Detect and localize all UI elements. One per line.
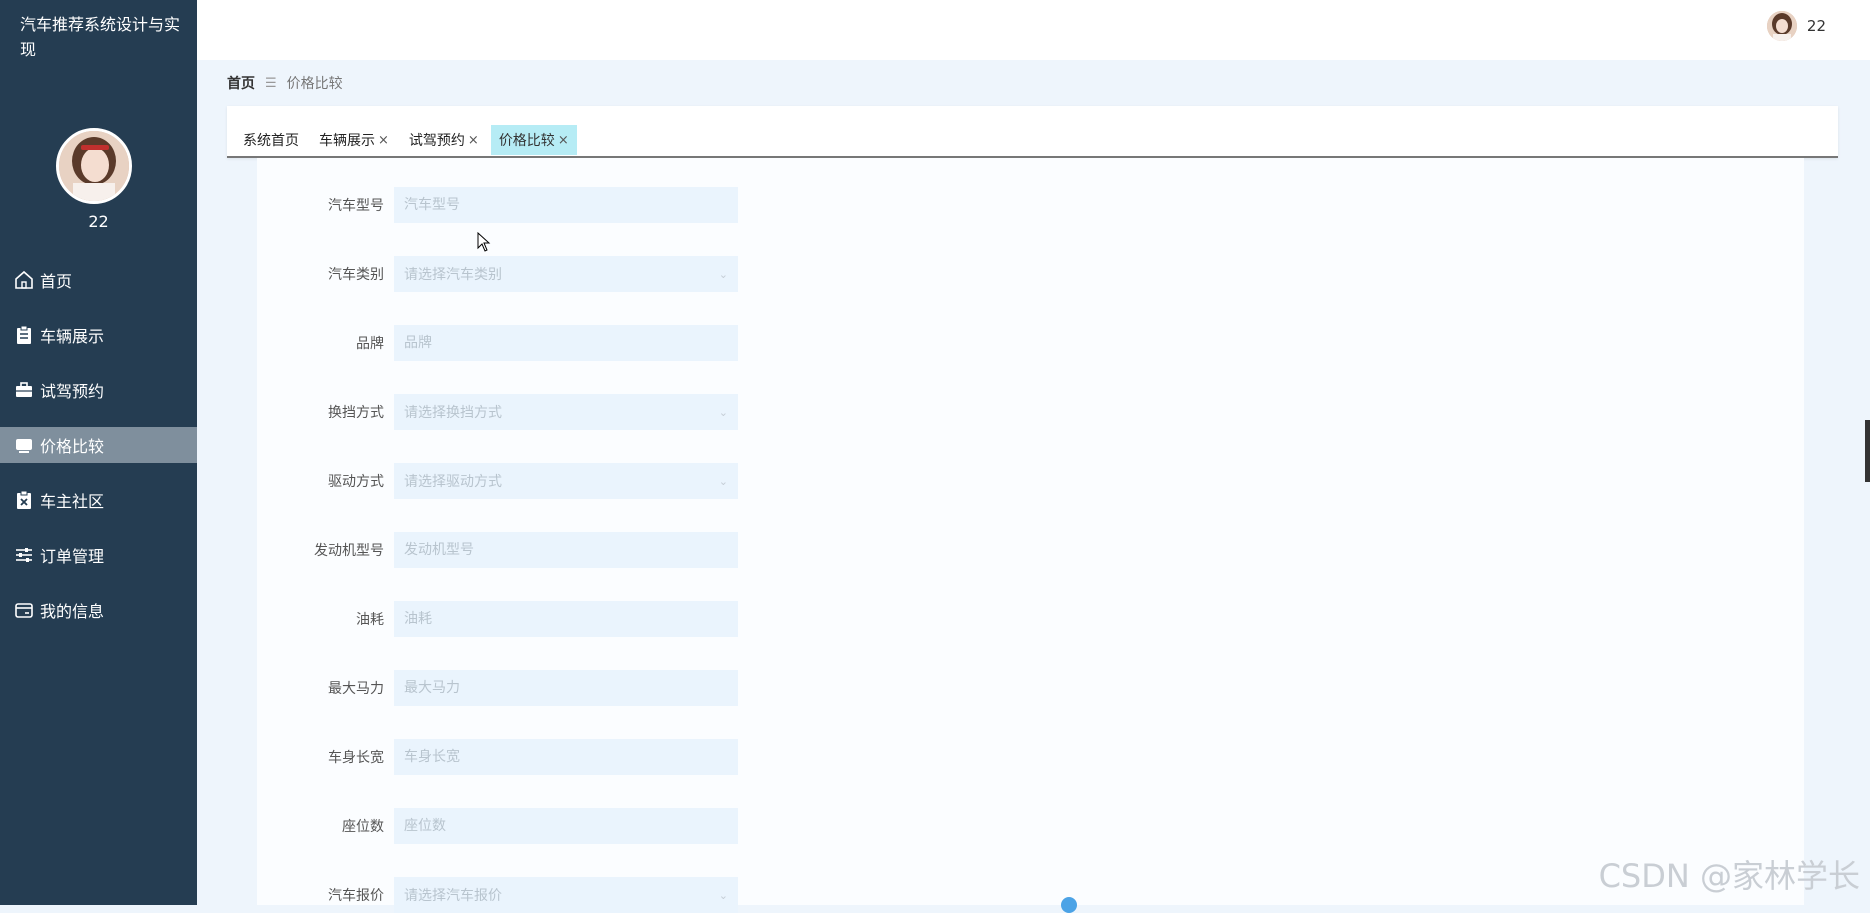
close-icon[interactable]: × xyxy=(468,133,479,148)
chevron-down-icon: ⌄ xyxy=(718,267,728,281)
tab-label: 系统首页 xyxy=(243,133,299,149)
app-title: 汽车推荐系统设计与实现 xyxy=(20,15,181,59)
tab-vehicles[interactable]: 车辆展示 × xyxy=(311,125,397,155)
tabs-bar: 系统首页 车辆展示 × 试驾预约 × 价格比较 × xyxy=(227,106,1838,158)
chevron-down-icon: ⌄ xyxy=(718,474,728,488)
car-model-input[interactable] xyxy=(394,187,738,223)
sidebar-item-label: 首页 xyxy=(40,272,73,291)
breadcrumb: 首页 ☰ 价格比较 xyxy=(227,73,343,93)
car-price-select[interactable]: 请选择汽车报价 ⌄ xyxy=(394,877,738,913)
max-horsepower-input[interactable] xyxy=(394,670,738,706)
watermark: CSDN @家林学长 xyxy=(1598,857,1860,895)
monitor-icon xyxy=(14,435,34,455)
sidebar-menu: 首页 车辆展示 试驾预约 价格比较 车主社区 订单管理 我的信息 xyxy=(0,262,197,647)
transmission-select[interactable]: 请选择换挡方式 ⌄ xyxy=(394,394,738,430)
briefcase-icon xyxy=(14,380,34,400)
drive-type-select[interactable]: 请选择驱动方式 ⌄ xyxy=(394,463,738,499)
sidebar-item-vehicles[interactable]: 车辆展示 xyxy=(0,317,197,353)
sidebar-item-label: 订单管理 xyxy=(40,547,105,566)
avatar[interactable] xyxy=(1766,11,1797,41)
tab-label: 试驾预约 xyxy=(408,133,465,149)
card-icon xyxy=(14,600,34,620)
form-row-model: 汽车型号 xyxy=(257,187,738,223)
form-row-category: 汽车类别 请选择汽车类别 ⌄ xyxy=(257,256,738,292)
form-row-drive: 驱动方式 请选择驱动方式 ⌄ xyxy=(257,463,738,499)
top-bar: 22 xyxy=(197,0,1870,60)
seats-input[interactable] xyxy=(394,808,738,844)
tab-test-drive[interactable]: 试驾预约 × xyxy=(401,125,487,155)
select-placeholder: 请选择换挡方式 xyxy=(404,405,502,421)
sidebar-item-test-drive[interactable]: 试驾预约 xyxy=(0,372,197,408)
clipboard-x-icon xyxy=(14,490,34,510)
form-row-brand: 品牌 xyxy=(257,325,738,361)
sidebar-username: 22 xyxy=(88,212,109,231)
sidebar: 汽车推荐系统设计与实现 22 首页 车辆展示 试驾预约 价格比较 车主社区 订单… xyxy=(0,0,197,905)
select-placeholder: 请选择驱动方式 xyxy=(404,474,502,490)
car-category-select[interactable]: 请选择汽车类别 ⌄ xyxy=(394,256,738,292)
sidebar-item-label: 价格比较 xyxy=(40,437,105,456)
sidebar-item-label: 我的信息 xyxy=(40,602,105,621)
form-row-price: 汽车报价 请选择汽车报价 ⌄ xyxy=(257,877,738,913)
sidebar-item-home[interactable]: 首页 xyxy=(0,262,197,298)
field-label: 汽车报价 xyxy=(328,888,384,904)
field-label: 汽车类别 xyxy=(328,267,384,283)
form-row-transmission: 换挡方式 请选择换挡方式 ⌄ xyxy=(257,394,738,430)
sliders-icon xyxy=(14,545,34,565)
form-row-dimensions: 车身长宽 xyxy=(257,739,738,775)
clipboard-icon xyxy=(14,325,34,345)
form-row-horsepower: 最大马力 xyxy=(257,670,738,706)
sidebar-item-label: 车主社区 xyxy=(40,492,105,511)
field-label: 品牌 xyxy=(356,336,384,352)
field-label: 油耗 xyxy=(356,612,384,628)
avatar[interactable] xyxy=(56,128,132,204)
sidebar-item-my-info[interactable]: 我的信息 xyxy=(0,592,197,628)
field-label: 车身长宽 xyxy=(328,750,384,766)
avatar-image xyxy=(59,131,129,201)
field-label: 换挡方式 xyxy=(328,405,384,421)
close-icon[interactable]: × xyxy=(558,133,569,148)
sidebar-item-price-compare[interactable]: 价格比较 xyxy=(0,427,197,463)
chevron-down-icon: ⌄ xyxy=(718,405,728,419)
price-compare-form: 汽车型号 汽车类别 请选择汽车类别 ⌄ 品牌 换挡方式 请选择换挡方式 ⌄ 驱动… xyxy=(257,158,1804,913)
select-placeholder: 请选择汽车类别 xyxy=(404,267,502,283)
top-username: 22 xyxy=(1806,17,1826,35)
user-menu[interactable]: 22 xyxy=(1766,11,1826,41)
fuel-consumption-input[interactable] xyxy=(394,601,738,637)
field-label: 最大马力 xyxy=(328,681,384,697)
close-icon[interactable]: × xyxy=(378,133,389,148)
field-label: 汽车型号 xyxy=(328,198,384,214)
field-label: 驱动方式 xyxy=(328,474,384,490)
select-placeholder: 请选择汽车报价 xyxy=(404,888,502,904)
form-row-fuel: 油耗 xyxy=(257,601,738,637)
back-to-top-button[interactable] xyxy=(1061,897,1077,913)
menu-icon: ☰ xyxy=(265,75,277,91)
field-label: 座位数 xyxy=(342,819,384,835)
form-row-engine: 发动机型号 xyxy=(257,532,738,568)
scrollbar[interactable] xyxy=(1865,420,1870,482)
breadcrumb-home[interactable]: 首页 xyxy=(227,73,255,93)
tab-label: 价格比较 xyxy=(498,133,555,149)
breadcrumb-current: 价格比较 xyxy=(286,76,343,92)
body-dimensions-input[interactable] xyxy=(394,739,738,775)
sidebar-item-orders[interactable]: 订单管理 xyxy=(0,537,197,573)
avatar-image xyxy=(1766,11,1797,41)
mouse-cursor-icon xyxy=(477,232,491,252)
form-row-seats: 座位数 xyxy=(257,808,738,844)
chevron-down-icon: ⌄ xyxy=(718,888,728,902)
sidebar-item-label: 试驾预约 xyxy=(40,382,105,401)
brand-input[interactable] xyxy=(394,325,738,361)
sidebar-item-community[interactable]: 车主社区 xyxy=(0,482,197,518)
tab-system-home[interactable]: 系统首页 xyxy=(235,125,307,155)
home-icon xyxy=(14,270,34,290)
tab-label: 车辆展示 xyxy=(319,133,375,149)
sidebar-item-label: 车辆展示 xyxy=(40,327,105,346)
engine-model-input[interactable] xyxy=(394,532,738,568)
tab-price-compare[interactable]: 价格比较 × xyxy=(490,125,577,155)
field-label: 发动机型号 xyxy=(314,543,384,559)
